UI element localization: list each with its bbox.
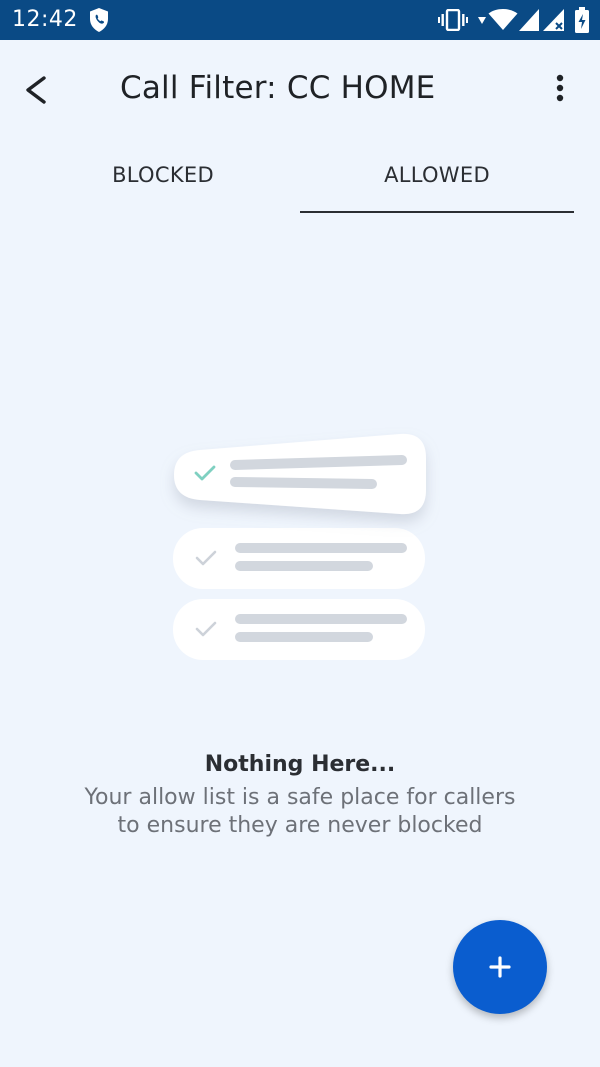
status-bar: 12:42: [0, 0, 600, 40]
empty-state-title: Nothing Here...: [204, 752, 396, 777]
checklist-illustration: [173, 433, 426, 660]
empty-state-description-line-1: Your allow list is a safe place for call…: [84, 785, 516, 810]
app-bar: Call Filter: CC HOME: [0, 40, 600, 136]
page-title: Call Filter: CC HOME: [120, 70, 436, 106]
shield-phone-icon: [90, 8, 108, 32]
add-caller-button[interactable]: [453, 920, 547, 1014]
empty-state-description: Your allow list is a safe place for call…: [60, 784, 540, 840]
back-arrow-icon: [26, 76, 46, 104]
tab-indicator: [300, 211, 574, 213]
more-options-button[interactable]: [540, 66, 580, 114]
tab-blocked[interactable]: BLOCKED: [26, 136, 300, 214]
battery-charging-icon: [575, 7, 589, 33]
plus-icon: [489, 956, 511, 978]
tab-bar: BLOCKED ALLOWED: [0, 136, 600, 216]
back-button[interactable]: [20, 66, 68, 114]
vibrate-icon: [438, 9, 468, 31]
status-time: 12:42: [12, 7, 78, 32]
signal-icon: [519, 9, 539, 31]
signal-no-data-icon: [543, 9, 564, 31]
data-arrows-icon: [478, 17, 486, 24]
more-vert-icon: [556, 74, 564, 102]
empty-state-description-line-2: to ensure they are never blocked: [117, 813, 483, 838]
wifi-icon: [488, 9, 518, 30]
tab-allowed[interactable]: ALLOWED: [300, 136, 574, 214]
